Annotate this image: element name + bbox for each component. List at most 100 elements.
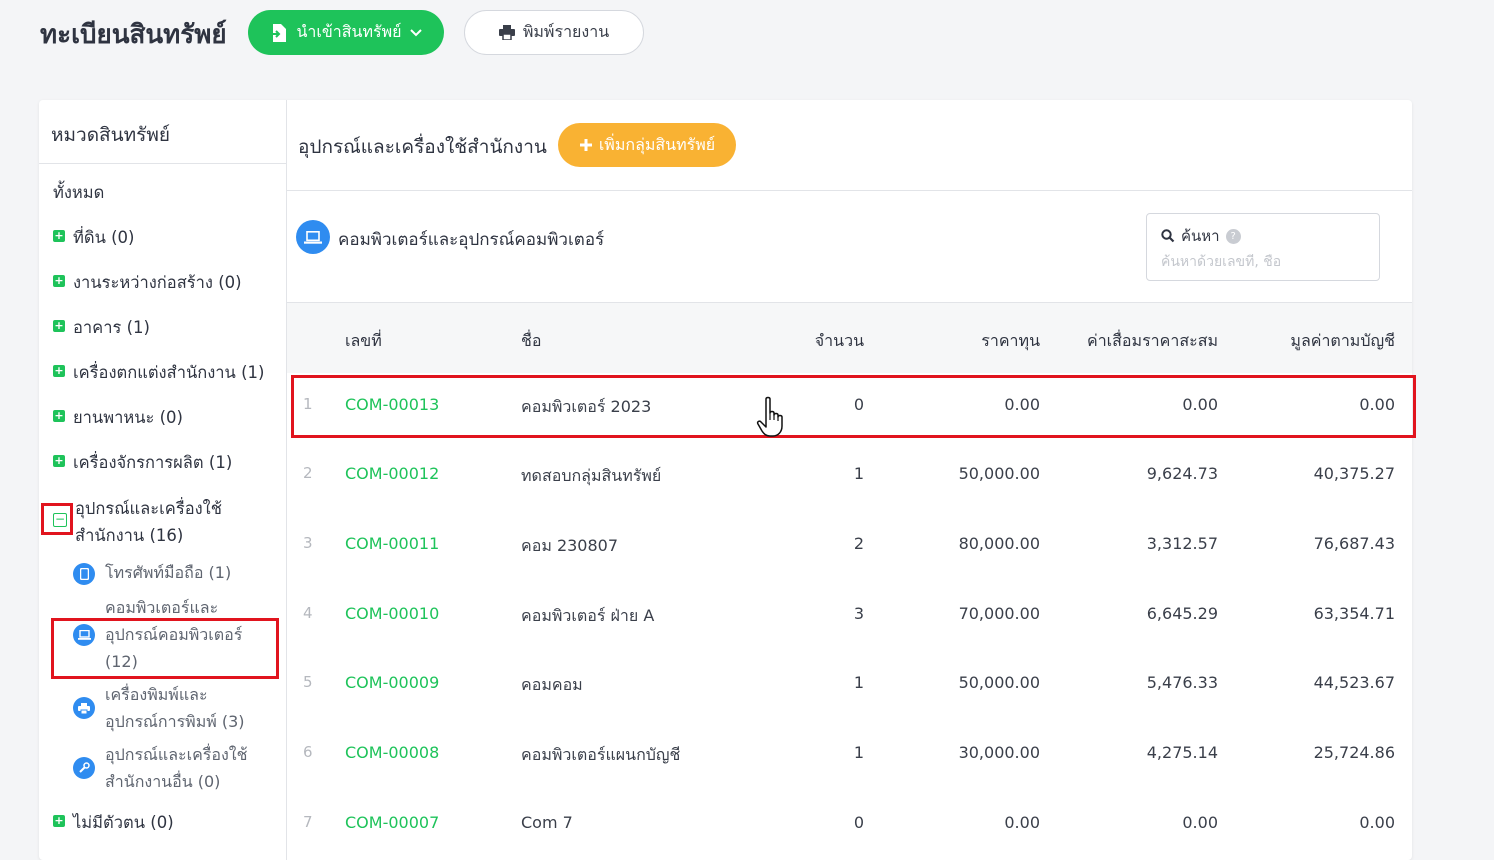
asset-cost: 70,000.00 <box>958 603 1040 623</box>
asset-code-link[interactable]: COM-00008 <box>345 743 439 762</box>
search-input[interactable] <box>1161 254 1361 270</box>
sidebar-subitem-label: เครื่องพิมพ์และ อุปกรณ์การพิมพ์ (3) <box>105 685 245 731</box>
asset-accumulated-depreciation: 4,275.14 <box>1146 743 1218 763</box>
expand-plus-icon[interactable]: + <box>53 455 65 467</box>
asset-code-link[interactable]: COM-00009 <box>345 673 439 692</box>
asset-cost: 50,000.00 <box>958 464 1040 483</box>
asset-accumulated-depreciation: 6,645.29 <box>1146 603 1218 623</box>
sidebar-title: หมวดสินทรัพย์ <box>39 100 287 164</box>
top-bar: ทะเบียนสินทรัพย์ นำเข้าสินทรัพย์ พิมพ์รา… <box>0 0 1494 70</box>
asset-name: คอม 230807 <box>521 535 619 555</box>
sidebar-item-office-equipment[interactable]: − อุปกรณ์และเครื่องใช้ สำนักงาน (16) <box>53 495 222 549</box>
sidebar-subitem-label: อุปกรณ์และเครื่องใช้ สำนักงานอื่น (0) <box>105 745 248 791</box>
column-header-qty[interactable]: จำนวน <box>815 329 864 354</box>
asset-cost: 30,000.00 <box>958 743 1040 763</box>
asset-code-link[interactable]: COM-00012 <box>345 464 439 483</box>
asset-code-link[interactable]: COM-00010 <box>345 604 439 623</box>
row-index: 3 <box>303 533 313 552</box>
sidebar-item-intangible[interactable]: + ไม่มีตัวตน (0) <box>53 810 174 836</box>
column-header-code[interactable]: เลขที่ <box>345 329 382 354</box>
table-row[interactable]: 3 COM-00011 คอม 230807 2 80,000.00 3,312.57 76… <box>287 512 1412 582</box>
search-label: ค้นหา ? <box>1161 224 1365 248</box>
asset-book-value: 40,375.27 <box>1313 464 1395 483</box>
help-icon[interactable]: ? <box>1225 228 1241 244</box>
category-sidebar: หมวดสินทรัพย์ ทั้งหมด + ที่ดิน (0) + งาน… <box>39 100 287 860</box>
asset-code-link[interactable]: COM-00007 <box>345 813 439 832</box>
import-assets-button[interactable]: นำเข้าสินทรัพย์ <box>248 10 444 55</box>
asset-register-card: หมวดสินทรัพย์ ทั้งหมด + ที่ดิน (0) + งาน… <box>39 100 1412 860</box>
asset-quantity: 0 <box>853 813 864 832</box>
sidebar-item-label: ทั้งหมด <box>53 183 105 202</box>
asset-quantity: 3 <box>853 603 864 623</box>
asset-book-value: 76,687.43 <box>1313 533 1395 553</box>
import-assets-label: นำเข้าสินทรัพย์ <box>296 22 402 41</box>
asset-accumulated-depreciation: 5,476.33 <box>1146 673 1218 693</box>
print-report-button[interactable]: พิมพ์รายงาน <box>464 10 644 55</box>
sidebar-item-vehicles[interactable]: + ยานพาหนะ (0) <box>53 405 183 431</box>
printer-icon <box>498 25 515 40</box>
table-row[interactable]: 4 COM-00010 คอมพิวเตอร์ ฝ่าย A 3 70,000.00 6,… <box>287 582 1412 652</box>
column-header-depreciation[interactable]: ค่าเสื่อมราคาสะสม <box>1087 329 1218 354</box>
laptop-icon <box>296 220 330 254</box>
asset-cost: 0.00 <box>1004 813 1040 832</box>
asset-book-value: 25,724.86 <box>1313 743 1395 763</box>
sidebar-item-all[interactable]: ทั้งหมด <box>53 180 104 206</box>
table-row[interactable]: 5 COM-00009 คอมคอม 1 50,000.00 5,476.33 44,523… <box>287 651 1412 721</box>
asset-name: คอมพิวเตอร์แผนกบัญชี <box>521 745 681 765</box>
row-index: 5 <box>303 673 313 692</box>
sidebar-item-label: ยานพาหนะ (0) <box>73 408 183 427</box>
expand-plus-icon[interactable]: + <box>53 815 65 827</box>
asset-name: ทดสอบกลุ่มสินทรัพย์ <box>521 466 662 485</box>
expand-plus-icon[interactable]: + <box>53 365 65 377</box>
asset-accumulated-depreciation: 9,624.73 <box>1146 464 1218 483</box>
add-asset-group-label: เพิ่มกลุ่มสินทรัพย์ <box>598 134 716 154</box>
table-row[interactable]: 2 COM-00012 ทดสอบกลุ่มสินทรัพย์ 1 50,000.00 9… <box>287 442 1412 512</box>
row-index: 4 <box>303 603 313 622</box>
asset-book-value: 0.00 <box>1359 813 1395 832</box>
asset-book-value: 63,354.71 <box>1313 603 1395 623</box>
asset-accumulated-depreciation: 3,312.57 <box>1146 533 1218 553</box>
chevron-down-icon <box>409 28 422 36</box>
sidebar-item-label: งานระหว่างก่อสร้าง (0) <box>73 273 242 292</box>
printer-icon <box>73 697 95 719</box>
wrench-icon <box>73 757 95 779</box>
sidebar-subitem-label: โทรศัพท์มือถือ (1) <box>105 563 232 582</box>
main-panel: อุปกรณ์และเครื่องใช้สำนักงาน เพิ่มกลุ่มส… <box>287 100 1412 860</box>
hand-cursor-icon <box>756 396 783 437</box>
asset-code-link[interactable]: COM-00011 <box>345 534 439 553</box>
print-report-label: พิมพ์รายงาน <box>522 22 610 41</box>
asset-name: คอมคอม <box>521 675 583 695</box>
sidebar-subitem-mobile[interactable]: โทรศัพท์มือถือ (1) <box>73 561 231 586</box>
file-import-icon <box>271 23 287 42</box>
column-header-book-value[interactable]: มูลค่าตามบัญชี <box>1290 329 1395 354</box>
sidebar-item-machinery[interactable]: + เครื่องจักรการผลิต (1) <box>53 450 232 476</box>
highlight-box-first-row <box>291 375 1416 438</box>
page-title: ทะเบียนสินทรัพย์ <box>40 20 227 50</box>
sidebar-item-label: ที่ดิน (0) <box>73 228 135 247</box>
table-header: เลขที่ ชื่อ จำนวน ราคาทุน ค่าเสื่อมราคาส… <box>287 303 1412 373</box>
table-row[interactable]: 6 COM-00008 คอมพิวเตอร์แผนกบัญชี 1 30,000.00… <box>287 721 1412 791</box>
sidebar-subitem-other-office[interactable]: อุปกรณ์และเครื่องใช้ สำนักงานอื่น (0) <box>73 741 247 795</box>
sidebar-item-land[interactable]: + ที่ดิน (0) <box>53 225 135 251</box>
sidebar-item-office-furniture[interactable]: + เครื่องตกแต่งสำนักงาน (1) <box>53 360 264 386</box>
column-header-name[interactable]: ชื่อ <box>521 329 541 354</box>
row-index: 2 <box>303 464 313 482</box>
row-index: 6 <box>303 743 313 762</box>
sidebar-item-building[interactable]: + อาคาร (1) <box>53 315 150 341</box>
expand-plus-icon[interactable]: + <box>53 320 65 332</box>
expand-plus-icon[interactable]: + <box>53 275 65 287</box>
asset-name: Com 7 <box>521 813 573 832</box>
add-asset-group-button[interactable]: เพิ่มกลุ่มสินทรัพย์ <box>558 123 736 167</box>
sidebar-item-label: เครื่องตกแต่งสำนักงาน (1) <box>73 363 265 382</box>
column-header-cost[interactable]: ราคาทุน <box>981 329 1040 354</box>
sidebar-item-construction[interactable]: + งานระหว่างก่อสร้าง (0) <box>53 270 242 296</box>
plus-icon <box>579 139 592 151</box>
sidebar-subitem-printers[interactable]: เครื่องพิมพ์และ อุปกรณ์การพิมพ์ (3) <box>73 681 245 735</box>
asset-quantity: 2 <box>853 533 864 553</box>
sidebar-item-label: อาคาร (1) <box>73 318 150 337</box>
expand-plus-icon[interactable]: + <box>53 410 65 422</box>
sidebar-item-label: เครื่องจักรการผลิต (1) <box>73 453 233 472</box>
table-row[interactable]: 7 COM-00007 Com 7 0 0.00 0.00 0.00 <box>287 791 1412 860</box>
search-box: ค้นหา ? <box>1146 213 1380 281</box>
expand-plus-icon[interactable]: + <box>53 230 65 242</box>
